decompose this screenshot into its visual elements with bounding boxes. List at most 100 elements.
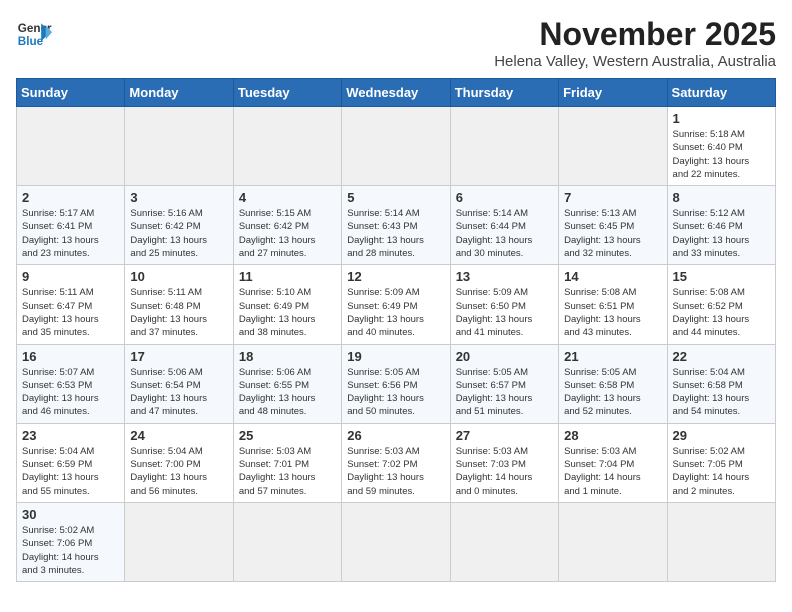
title-area: November 2025 Helena Valley, Western Aus… [494, 16, 776, 70]
day-info: Sunrise: 5:14 AM Sunset: 6:44 PM Dayligh… [456, 207, 553, 260]
day-number: 29 [673, 428, 770, 443]
calendar-day-cell: 20 Sunrise: 5:05 AM Sunset: 6:57 PM Dayli… [450, 344, 558, 423]
day-info: Sunrise: 5:03 AM Sunset: 7:01 PM Dayligh… [239, 445, 336, 498]
calendar-day-cell: 14 Sunrise: 5:08 AM Sunset: 6:51 PM Dayli… [559, 265, 667, 344]
calendar-day-cell: 29Sunrise: 5:02 AM Sunset: 7:05 PM Dayli… [667, 423, 775, 502]
calendar-day-cell [342, 107, 450, 186]
day-number: 2 [22, 190, 119, 205]
calendar-day-cell: 19 Sunrise: 5:05 AM Sunset: 6:56 PM Dayli… [342, 344, 450, 423]
calendar-day-cell: 6 Sunrise: 5:14 AM Sunset: 6:44 PM Daylig… [450, 186, 558, 265]
calendar-week-row: 30Sunrise: 5:02 AM Sunset: 7:06 PM Dayli… [17, 502, 776, 581]
day-of-week-header: Wednesday [342, 79, 450, 107]
calendar-day-cell [125, 502, 233, 581]
calendar-day-cell: 16 Sunrise: 5:07 AM Sunset: 6:53 PM Dayli… [17, 344, 125, 423]
day-number: 19 [347, 349, 444, 364]
day-number: 22 [673, 349, 770, 364]
day-info: Sunrise: 5:05 AM Sunset: 6:57 PM Dayligh… [456, 366, 553, 419]
day-info: Sunrise: 5:13 AM Sunset: 6:45 PM Dayligh… [564, 207, 661, 260]
calendar-day-cell: 7 Sunrise: 5:13 AM Sunset: 6:45 PM Daylig… [559, 186, 667, 265]
day-info: Sunrise: 5:08 AM Sunset: 6:52 PM Dayligh… [673, 286, 770, 339]
day-info: Sunrise: 5:17 AM Sunset: 6:41 PM Dayligh… [22, 207, 119, 260]
day-number: 3 [130, 190, 227, 205]
day-info: Sunrise: 5:05 AM Sunset: 6:56 PM Dayligh… [347, 366, 444, 419]
day-number: 26 [347, 428, 444, 443]
day-number: 1 [673, 111, 770, 126]
day-number: 14 [564, 269, 661, 284]
day-number: 23 [22, 428, 119, 443]
calendar-day-cell: 18Sunrise: 5:06 AM Sunset: 6:55 PM Dayli… [233, 344, 341, 423]
calendar-day-cell: 13 Sunrise: 5:09 AM Sunset: 6:50 PM Dayli… [450, 265, 558, 344]
day-info: Sunrise: 5:03 AM Sunset: 7:02 PM Dayligh… [347, 445, 444, 498]
day-number: 15 [673, 269, 770, 284]
calendar-day-cell: 22 Sunrise: 5:04 AM Sunset: 6:58 PM Dayli… [667, 344, 775, 423]
day-of-week-header: Tuesday [233, 79, 341, 107]
day-info: Sunrise: 5:11 AM Sunset: 6:48 PM Dayligh… [130, 286, 227, 339]
calendar-day-cell [233, 502, 341, 581]
calendar-day-cell: 25 Sunrise: 5:03 AM Sunset: 7:01 PM Dayli… [233, 423, 341, 502]
day-number: 5 [347, 190, 444, 205]
day-of-week-header: Thursday [450, 79, 558, 107]
day-info: Sunrise: 5:09 AM Sunset: 6:49 PM Dayligh… [347, 286, 444, 339]
day-number: 28 [564, 428, 661, 443]
day-number: 6 [456, 190, 553, 205]
calendar-header-row: SundayMondayTuesdayWednesdayThursdayFrid… [17, 79, 776, 107]
logo-icon: General Blue [16, 16, 52, 52]
month-title: November 2025 [494, 16, 776, 53]
day-info: Sunrise: 5:04 AM Sunset: 6:58 PM Dayligh… [673, 366, 770, 419]
day-number: 10 [130, 269, 227, 284]
svg-text:Blue: Blue [18, 35, 44, 48]
calendar-day-cell: 8 Sunrise: 5:12 AM Sunset: 6:46 PM Daylig… [667, 186, 775, 265]
day-info: Sunrise: 5:06 AM Sunset: 6:54 PM Dayligh… [130, 366, 227, 419]
day-of-week-header: Sunday [17, 79, 125, 107]
calendar-day-cell: 17Sunrise: 5:06 AM Sunset: 6:54 PM Dayli… [125, 344, 233, 423]
calendar-week-row: 2 Sunrise: 5:17 AM Sunset: 6:41 PM Daylig… [17, 186, 776, 265]
day-info: Sunrise: 5:12 AM Sunset: 6:46 PM Dayligh… [673, 207, 770, 260]
calendar-day-cell [342, 502, 450, 581]
day-of-week-header: Monday [125, 79, 233, 107]
day-info: Sunrise: 5:11 AM Sunset: 6:47 PM Dayligh… [22, 286, 119, 339]
day-number: 24 [130, 428, 227, 443]
day-number: 12 [347, 269, 444, 284]
day-number: 27 [456, 428, 553, 443]
day-info: Sunrise: 5:08 AM Sunset: 6:51 PM Dayligh… [564, 286, 661, 339]
day-number: 9 [22, 269, 119, 284]
calendar-week-row: 9 Sunrise: 5:11 AM Sunset: 6:47 PM Daylig… [17, 265, 776, 344]
calendar-day-cell [233, 107, 341, 186]
calendar-day-cell: 5Sunrise: 5:14 AM Sunset: 6:43 PM Daylig… [342, 186, 450, 265]
day-number: 13 [456, 269, 553, 284]
day-number: 4 [239, 190, 336, 205]
calendar-day-cell: 26 Sunrise: 5:03 AM Sunset: 7:02 PM Dayli… [342, 423, 450, 502]
day-number: 7 [564, 190, 661, 205]
calendar-day-cell [450, 502, 558, 581]
day-info: Sunrise: 5:06 AM Sunset: 6:55 PM Dayligh… [239, 366, 336, 419]
day-info: Sunrise: 5:02 AM Sunset: 7:06 PM Dayligh… [22, 524, 119, 577]
day-info: Sunrise: 5:07 AM Sunset: 6:53 PM Dayligh… [22, 366, 119, 419]
day-info: Sunrise: 5:03 AM Sunset: 7:03 PM Dayligh… [456, 445, 553, 498]
calendar-week-row: 23Sunrise: 5:04 AM Sunset: 6:59 PM Dayli… [17, 423, 776, 502]
calendar-table: SundayMondayTuesdayWednesdayThursdayFrid… [16, 78, 776, 582]
day-info: Sunrise: 5:10 AM Sunset: 6:49 PM Dayligh… [239, 286, 336, 339]
day-info: Sunrise: 5:04 AM Sunset: 7:00 PM Dayligh… [130, 445, 227, 498]
calendar-week-row: 16 Sunrise: 5:07 AM Sunset: 6:53 PM Dayli… [17, 344, 776, 423]
day-number: 8 [673, 190, 770, 205]
calendar-day-cell: 11 Sunrise: 5:10 AM Sunset: 6:49 PM Dayli… [233, 265, 341, 344]
calendar-day-cell: 23Sunrise: 5:04 AM Sunset: 6:59 PM Dayli… [17, 423, 125, 502]
day-number: 16 [22, 349, 119, 364]
calendar-day-cell: 2 Sunrise: 5:17 AM Sunset: 6:41 PM Daylig… [17, 186, 125, 265]
day-number: 25 [239, 428, 336, 443]
calendar-day-cell [17, 107, 125, 186]
calendar-day-cell: 27 Sunrise: 5:03 AM Sunset: 7:03 PM Dayli… [450, 423, 558, 502]
calendar-day-cell: 28Sunrise: 5:03 AM Sunset: 7:04 PM Dayli… [559, 423, 667, 502]
day-info: Sunrise: 5:09 AM Sunset: 6:50 PM Dayligh… [456, 286, 553, 339]
page-header: General Blue November 2025 Helena Valley… [16, 16, 776, 70]
calendar-day-cell: 30Sunrise: 5:02 AM Sunset: 7:06 PM Dayli… [17, 502, 125, 581]
calendar-day-cell [559, 107, 667, 186]
day-number: 11 [239, 269, 336, 284]
day-number: 20 [456, 349, 553, 364]
day-info: Sunrise: 5:16 AM Sunset: 6:42 PM Dayligh… [130, 207, 227, 260]
calendar-day-cell: 21Sunrise: 5:05 AM Sunset: 6:58 PM Dayli… [559, 344, 667, 423]
calendar-day-cell: 24 Sunrise: 5:04 AM Sunset: 7:00 PM Dayli… [125, 423, 233, 502]
calendar-week-row: 1Sunrise: 5:18 AM Sunset: 6:40 PM Daylig… [17, 107, 776, 186]
calendar-day-cell: 9 Sunrise: 5:11 AM Sunset: 6:47 PM Daylig… [17, 265, 125, 344]
day-of-week-header: Friday [559, 79, 667, 107]
